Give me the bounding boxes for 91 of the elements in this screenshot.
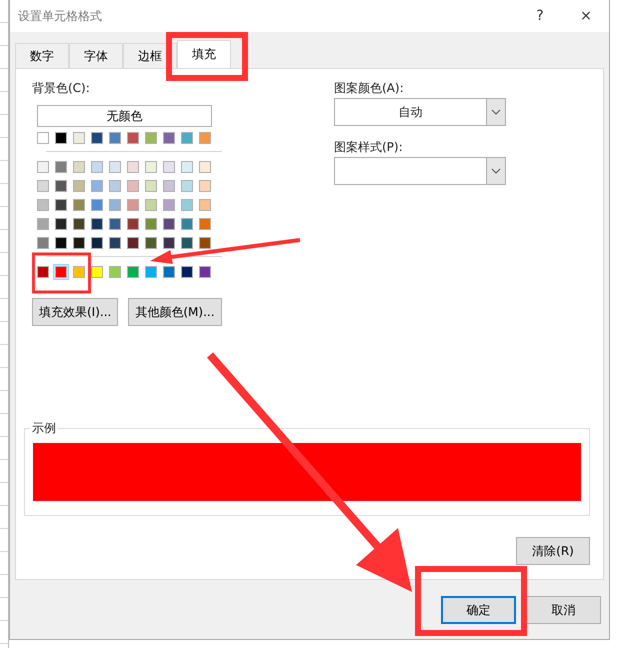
background-color-label: 背景色(C): bbox=[32, 80, 91, 97]
color-swatch[interactable] bbox=[107, 130, 123, 146]
color-swatch[interactable] bbox=[179, 159, 195, 175]
color-swatch[interactable] bbox=[71, 216, 87, 232]
color-swatch[interactable] bbox=[143, 216, 159, 232]
chevron-down-icon bbox=[491, 109, 501, 115]
sample-label: 示例 bbox=[30, 420, 58, 436]
color-swatch[interactable] bbox=[197, 235, 213, 251]
color-swatch[interactable] bbox=[35, 197, 51, 213]
color-swatch[interactable] bbox=[125, 130, 141, 146]
color-swatch[interactable] bbox=[125, 235, 141, 251]
tab[interactable]: 填充 bbox=[177, 40, 231, 68]
color-swatch[interactable] bbox=[179, 235, 195, 251]
color-swatch[interactable] bbox=[161, 178, 177, 194]
color-swatch[interactable] bbox=[107, 264, 123, 280]
color-swatch[interactable] bbox=[179, 130, 195, 146]
color-swatch[interactable] bbox=[53, 130, 69, 146]
color-swatch[interactable] bbox=[161, 197, 177, 213]
chevron-down-icon bbox=[491, 168, 501, 174]
color-swatch[interactable] bbox=[125, 197, 141, 213]
color-swatch[interactable] bbox=[161, 159, 177, 175]
color-swatch[interactable] bbox=[89, 264, 105, 280]
color-swatch[interactable] bbox=[35, 235, 51, 251]
color-swatch[interactable] bbox=[143, 235, 159, 251]
color-swatch[interactable] bbox=[161, 130, 177, 146]
color-swatch[interactable] bbox=[71, 235, 87, 251]
color-swatch[interactable] bbox=[143, 130, 159, 146]
color-swatch[interactable] bbox=[125, 159, 141, 175]
color-swatch[interactable] bbox=[53, 235, 69, 251]
tab[interactable]: 字体 bbox=[69, 43, 123, 69]
color-swatch[interactable] bbox=[35, 264, 51, 280]
color-swatch[interactable] bbox=[89, 130, 105, 146]
highlight-box bbox=[32, 252, 91, 294]
help-button[interactable]: ? bbox=[517, 0, 563, 32]
color-swatch[interactable] bbox=[125, 216, 141, 232]
color-swatch[interactable] bbox=[197, 130, 213, 146]
color-swatch[interactable] bbox=[35, 178, 51, 194]
fill-effects-button[interactable]: 填充效果(I)... bbox=[32, 298, 118, 326]
color-swatch[interactable] bbox=[197, 197, 213, 213]
color-swatch[interactable] bbox=[89, 159, 105, 175]
color-swatch[interactable] bbox=[179, 264, 195, 280]
color-swatch[interactable] bbox=[143, 159, 159, 175]
color-swatch[interactable] bbox=[179, 216, 195, 232]
color-swatch[interactable] bbox=[161, 235, 177, 251]
color-swatch[interactable] bbox=[35, 159, 51, 175]
color-swatch[interactable] bbox=[89, 235, 105, 251]
dialog-button[interactable]: 确定 bbox=[441, 596, 516, 624]
color-swatch[interactable] bbox=[71, 178, 87, 194]
color-swatch[interactable] bbox=[197, 264, 213, 280]
color-swatch[interactable] bbox=[107, 235, 123, 251]
clear-button[interactable]: 清除(R) bbox=[516, 537, 590, 565]
color-swatch[interactable] bbox=[161, 216, 177, 232]
close-button[interactable]: × bbox=[563, 0, 609, 32]
pattern-color-label: 图案颜色(A): bbox=[334, 80, 405, 97]
color-swatch[interactable] bbox=[71, 130, 87, 146]
color-swatch[interactable] bbox=[143, 197, 159, 213]
color-swatch[interactable] bbox=[197, 216, 213, 232]
color-swatch[interactable] bbox=[89, 178, 105, 194]
color-swatch[interactable] bbox=[107, 216, 123, 232]
pattern-style-label: 图案样式(P): bbox=[334, 139, 404, 156]
color-swatch[interactable] bbox=[125, 264, 141, 280]
color-swatch[interactable] bbox=[53, 159, 69, 175]
window-title: 设置单元格格式 bbox=[18, 8, 103, 24]
color-swatch[interactable] bbox=[161, 264, 177, 280]
color-swatch[interactable] bbox=[143, 178, 159, 194]
color-swatch[interactable] bbox=[53, 216, 69, 232]
color-swatch[interactable] bbox=[143, 264, 159, 280]
dialog-button[interactable]: 取消 bbox=[526, 596, 601, 624]
color-swatch[interactable] bbox=[35, 216, 51, 232]
color-swatch[interactable] bbox=[179, 178, 195, 194]
color-swatch[interactable] bbox=[35, 130, 51, 146]
color-swatch[interactable] bbox=[71, 197, 87, 213]
more-colors-button[interactable]: 其他颜色(M)... bbox=[128, 298, 222, 326]
color-swatch[interactable] bbox=[107, 178, 123, 194]
pattern-style-dropdown[interactable] bbox=[334, 157, 506, 185]
color-swatch[interactable] bbox=[197, 178, 213, 194]
color-swatch[interactable] bbox=[71, 159, 87, 175]
color-swatch[interactable] bbox=[125, 178, 141, 194]
color-swatch[interactable] bbox=[53, 264, 69, 280]
color-swatch[interactable] bbox=[89, 216, 105, 232]
no-color-button[interactable]: 无颜色 bbox=[37, 105, 212, 127]
color-swatch[interactable] bbox=[179, 197, 195, 213]
color-swatch[interactable] bbox=[53, 178, 69, 194]
color-swatch[interactable] bbox=[197, 159, 213, 175]
tab[interactable]: 数字 bbox=[15, 43, 69, 69]
color-swatch[interactable] bbox=[71, 264, 87, 280]
color-swatch[interactable] bbox=[89, 197, 105, 213]
pattern-color-dropdown[interactable]: 自动 bbox=[334, 98, 506, 126]
color-swatch[interactable] bbox=[107, 159, 123, 175]
color-swatch[interactable] bbox=[107, 197, 123, 213]
color-swatch[interactable] bbox=[53, 197, 69, 213]
